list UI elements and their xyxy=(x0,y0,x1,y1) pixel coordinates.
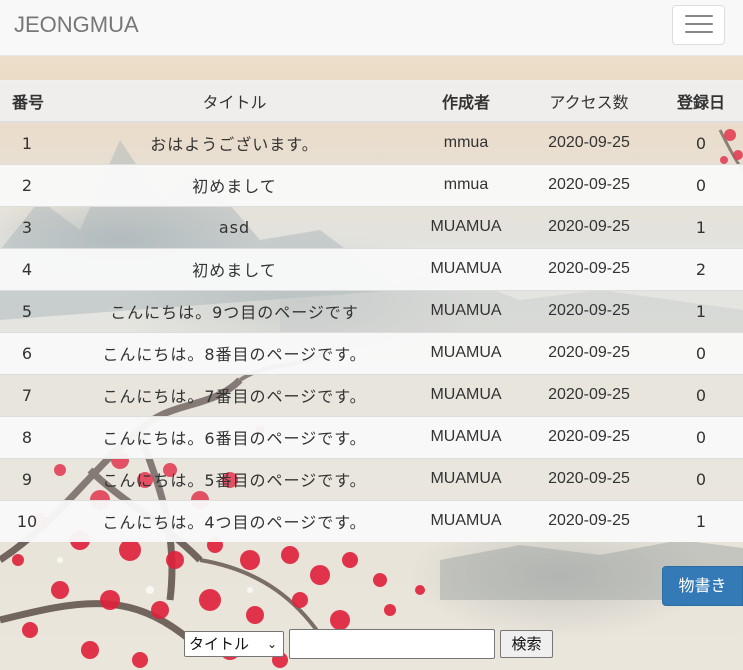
row-title-link[interactable]: こんにちは。4つ目のページです。 xyxy=(56,499,413,542)
header-date: 登録日 xyxy=(659,80,743,123)
search-field-select-value: タイトル xyxy=(189,635,250,653)
row-author: MUAMUA xyxy=(413,289,519,332)
row-date: 0 xyxy=(659,121,743,164)
row-title-link[interactable]: 初めまして xyxy=(56,247,413,290)
row-number: 6 xyxy=(0,331,56,374)
row-number: 7 xyxy=(0,373,56,416)
row-number: 9 xyxy=(0,457,56,500)
row-author: mmua xyxy=(413,163,519,206)
chevron-down-icon: ⌄ xyxy=(266,637,277,651)
row-title-link[interactable]: こんにちは。7番目のページです。 xyxy=(56,373,413,416)
row-title-link[interactable]: こんにちは。5番目のページです。 xyxy=(56,457,413,500)
table-row: 7 こんにちは。7番目のページです。 MUAMUA 2020-09-25 0 xyxy=(0,373,743,416)
row-author: MUAMUA xyxy=(413,247,519,290)
post-list-table: 番号 タイトル 作成者 アクセス数 登録日 1 おはようございます。 mmua … xyxy=(0,80,743,542)
row-date: 0 xyxy=(659,163,743,206)
write-post-button[interactable]: 物書き xyxy=(662,566,743,606)
header-author: 作成者 xyxy=(413,80,519,123)
row-date: 0 xyxy=(659,457,743,500)
row-date: 0 xyxy=(659,373,743,416)
row-number: 5 xyxy=(0,289,56,332)
search-button[interactable]: 検索 xyxy=(500,630,553,658)
row-title-link[interactable]: こんにちは。6番目のページです。 xyxy=(56,415,413,458)
navbar: JEONGMUA xyxy=(0,0,743,56)
row-access: 2020-09-25 xyxy=(519,289,659,332)
table-row: 2 初めまして mmua 2020-09-25 0 xyxy=(0,163,743,206)
table-row: 4 初めまして MUAMUA 2020-09-25 2 xyxy=(0,247,743,290)
menu-toggle-button[interactable] xyxy=(672,5,725,45)
row-title-link[interactable]: こんにちは。9つ目のページです xyxy=(56,289,413,332)
row-date: 0 xyxy=(659,331,743,374)
table-row: 1 おはようございます。 mmua 2020-09-25 0 xyxy=(0,121,743,164)
row-number: 8 xyxy=(0,415,56,458)
brand-logo[interactable]: JEONGMUA xyxy=(14,12,139,38)
row-author: MUAMUA xyxy=(413,331,519,374)
row-access: 2020-09-25 xyxy=(519,457,659,500)
row-author: MUAMUA xyxy=(413,457,519,500)
row-number: 10 xyxy=(0,499,56,542)
row-number: 4 xyxy=(0,247,56,290)
row-date: 1 xyxy=(659,499,743,542)
table-row: 5 こんにちは。9つ目のページです MUAMUA 2020-09-25 1 xyxy=(0,289,743,332)
row-access: 2020-09-25 xyxy=(519,331,659,374)
table-row: 10 こんにちは。4つ目のページです。 MUAMUA 2020-09-25 1 xyxy=(0,499,743,542)
header-access: アクセス数 xyxy=(519,80,659,123)
row-access: 2020-09-25 xyxy=(519,247,659,290)
hamburger-menu-icon xyxy=(684,15,713,17)
table-row: 3 asd MUAMUA 2020-09-25 1 xyxy=(0,205,743,248)
search-bar: タイトル ⌄ 検索 xyxy=(184,629,553,659)
row-number: 3 xyxy=(0,205,56,248)
row-number: 1 xyxy=(0,121,56,164)
row-date: 1 xyxy=(659,289,743,332)
row-access: 2020-09-25 xyxy=(519,205,659,248)
row-access: 2020-09-25 xyxy=(519,121,659,164)
header-title: タイトル xyxy=(56,80,413,123)
row-access: 2020-09-25 xyxy=(519,499,659,542)
row-author: MUAMUA xyxy=(413,415,519,458)
row-title-link[interactable]: おはようございます。 xyxy=(56,121,413,164)
row-date: 2 xyxy=(659,247,743,290)
row-access: 2020-09-25 xyxy=(519,163,659,206)
row-title-link[interactable]: こんにちは。8番目のページです。 xyxy=(56,331,413,374)
row-date: 0 xyxy=(659,415,743,458)
row-author: MUAMUA xyxy=(413,205,519,248)
row-date: 1 xyxy=(659,205,743,248)
row-title-link[interactable]: 初めまして xyxy=(56,163,413,206)
table-header-row: 番号 タイトル 作成者 アクセス数 登録日 xyxy=(0,80,743,123)
row-author: MUAMUA xyxy=(413,499,519,542)
search-field-select[interactable]: タイトル ⌄ xyxy=(184,631,284,657)
search-input[interactable] xyxy=(289,629,495,659)
row-number: 2 xyxy=(0,163,56,206)
row-author: MUAMUA xyxy=(413,373,519,416)
row-title-link[interactable]: asd xyxy=(56,205,413,248)
row-access: 2020-09-25 xyxy=(519,415,659,458)
table-row: 6 こんにちは。8番目のページです。 MUAMUA 2020-09-25 0 xyxy=(0,331,743,374)
header-number: 番号 xyxy=(0,80,56,123)
table-row: 9 こんにちは。5番目のページです。 MUAMUA 2020-09-25 0 xyxy=(0,457,743,500)
row-access: 2020-09-25 xyxy=(519,373,659,416)
row-author: mmua xyxy=(413,121,519,164)
table-row: 8 こんにちは。6番目のページです。 MUAMUA 2020-09-25 0 xyxy=(0,415,743,458)
